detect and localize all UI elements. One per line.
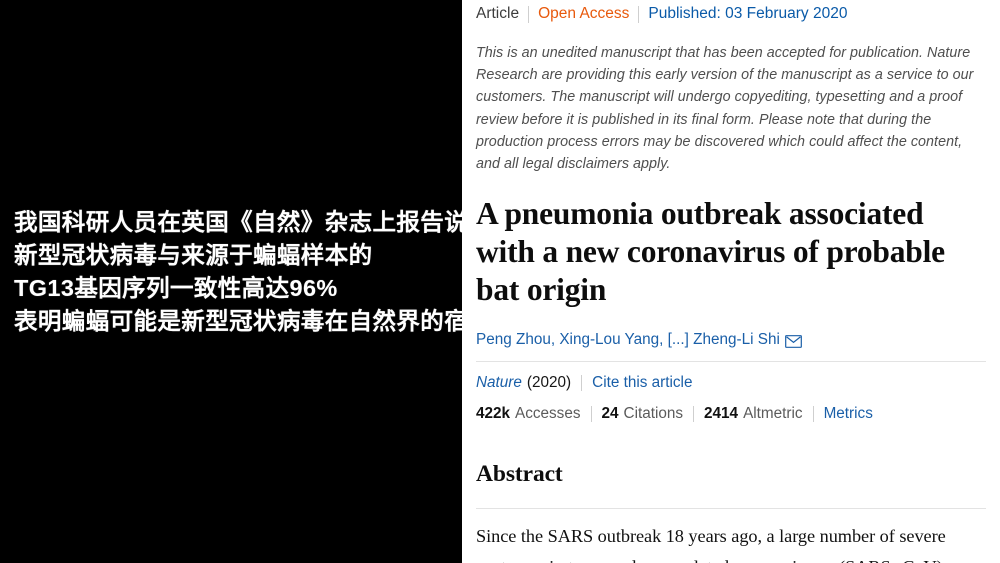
author-comma-2: , bbox=[659, 331, 668, 349]
author-name-last[interactable]: Zheng-Li Shi bbox=[693, 330, 780, 350]
metrics-divider-2 bbox=[693, 406, 695, 423]
open-access-label[interactable]: Open Access bbox=[538, 5, 629, 23]
citations-label: Citations bbox=[623, 405, 684, 423]
caption-line-3: TG13基因序列一致性高达96% bbox=[14, 275, 338, 301]
abstract-text: Since the SARS outbreak 18 years ago, a … bbox=[476, 521, 966, 563]
caption-line-2: 新型冠状病毒与来源于蝙蝠样本的 bbox=[14, 242, 373, 268]
author-comma-1: , bbox=[550, 331, 560, 349]
journal-citation-row: Nature (2020) Cite this article bbox=[476, 374, 986, 392]
author-name-2[interactable]: Xing-Lou Yang bbox=[559, 330, 659, 350]
article-meta-row: Article Open Access Published: 03 Februa… bbox=[476, 0, 986, 26]
metrics-divider-1 bbox=[590, 406, 592, 423]
screenshot-root: 我国科研人员在英国《自然》杂志上报告说 新型冠状病毒与来源于蝙蝠样本的 TG13… bbox=[0, 0, 1000, 563]
video-panel: 我国科研人员在英国《自然》杂志上报告说 新型冠状病毒与来源于蝙蝠样本的 TG13… bbox=[0, 0, 462, 563]
altmetric-label: Altmetric bbox=[743, 405, 803, 423]
metrics-link[interactable]: Metrics bbox=[824, 405, 873, 423]
article-content: Article Open Access Published: 03 Februa… bbox=[476, 0, 986, 563]
author-divider-rule bbox=[476, 361, 986, 363]
journal-name[interactable]: Nature bbox=[476, 374, 522, 392]
author-name-1[interactable]: Peng Zhou bbox=[476, 330, 551, 350]
journal-year: (2020) bbox=[526, 374, 572, 392]
metrics-row: 422k Accesses 24 Citations 2414 Altmetri… bbox=[476, 405, 986, 423]
journal-divider bbox=[581, 375, 583, 392]
metrics-divider-3 bbox=[812, 406, 814, 423]
article-panel: Article Open Access Published: 03 Februa… bbox=[462, 0, 1000, 563]
article-title: A pneumonia outbreak associated with a n… bbox=[476, 196, 945, 308]
altmetric-count: 2414 bbox=[704, 405, 739, 423]
caption-line-1: 我国科研人员在英国《自然》杂志上报告说 bbox=[14, 209, 462, 235]
abstract-heading: Abstract bbox=[476, 461, 563, 488]
published-date-label: Published: 03 February 2020 bbox=[648, 5, 848, 22]
unedited-manuscript-notice: This is an unedited manuscript that has … bbox=[476, 45, 974, 173]
abstract-divider-rule bbox=[476, 507, 986, 509]
citations-count: 24 bbox=[601, 405, 619, 423]
abstract-text-main: Since the SARS outbreak 18 years ago, a … bbox=[476, 525, 946, 563]
accesses-label: Accesses bbox=[515, 405, 581, 423]
envelope-icon[interactable] bbox=[784, 334, 802, 348]
cite-this-article-link[interactable]: Cite this article bbox=[592, 374, 692, 392]
video-caption: 我国科研人员在英国《自然》杂志上报告说 新型冠状病毒与来源于蝙蝠样本的 TG13… bbox=[14, 206, 462, 338]
meta-divider-2 bbox=[638, 5, 640, 23]
meta-divider-1 bbox=[528, 5, 530, 23]
author-list: Peng Zhou, Xing-Lou Yang, [...] Zheng-Li… bbox=[476, 330, 986, 350]
article-type-label: Article bbox=[476, 5, 520, 22]
author-ellipsis[interactable]: [...] bbox=[668, 330, 689, 350]
caption-line-4: 表明蝙蝠可能是新型冠状病毒在自然界的宿主 bbox=[14, 308, 462, 334]
accesses-count: 422k bbox=[476, 405, 511, 423]
